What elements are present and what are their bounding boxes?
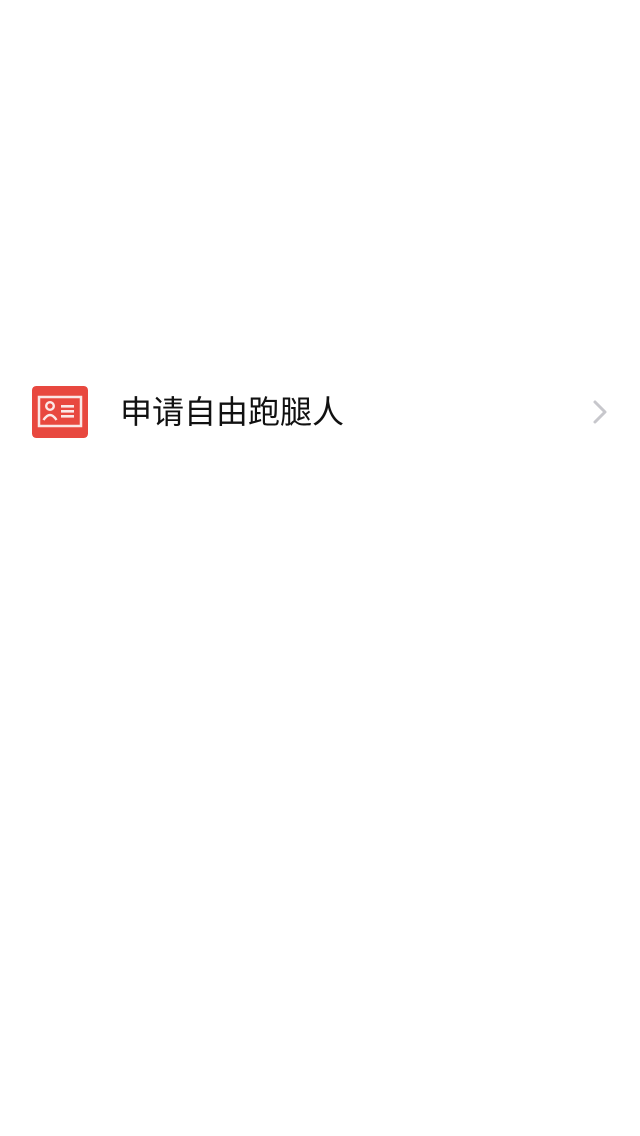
apply-freelance-runner-label: 申请自由跑腿人 — [120, 393, 345, 431]
id-card-icon — [32, 386, 88, 438]
chevron-right-icon — [593, 400, 607, 424]
screen: 申请自由跑腿人 — [0, 0, 640, 1136]
apply-freelance-runner-item[interactable]: 申请自由跑腿人 — [0, 378, 640, 446]
